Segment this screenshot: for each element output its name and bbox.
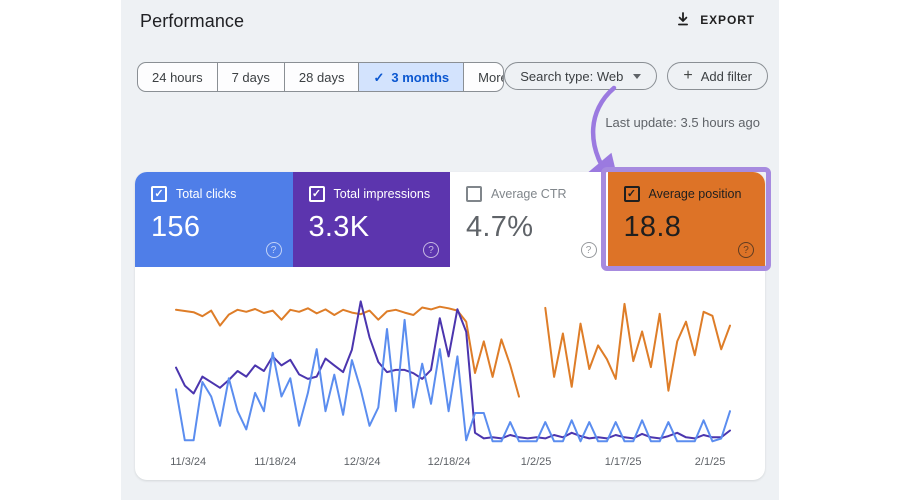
right-filters: Search type: Web + Add filter	[504, 62, 768, 90]
page-title: Performance	[140, 11, 245, 31]
metric-value: 18.8	[623, 211, 682, 243]
range-more-dropdown[interactable]: More	[464, 63, 503, 91]
plus-icon: +	[683, 67, 693, 84]
x-axis-tick: 1/2/25	[521, 456, 552, 468]
date-range-group: 24 hours 7 days 28 days ✓ 3 months More	[137, 62, 505, 92]
help-icon[interactable]: ?	[580, 242, 597, 258]
metric-card-average-position[interactable]: ✓ Average position 18.8 ?	[607, 172, 765, 267]
series-total-impressions	[175, 300, 731, 440]
range-24-hours[interactable]: 24 hours	[138, 63, 218, 91]
checkbox-unchecked-icon[interactable]	[466, 186, 482, 202]
add-filter-button[interactable]: + Add filter	[667, 62, 768, 90]
checkbox-checked-icon[interactable]: ✓	[308, 186, 325, 202]
x-axis-tick: 12/3/24	[344, 456, 381, 468]
filter-bar: 24 hours 7 days 28 days ✓ 3 months More …	[137, 62, 768, 92]
performance-report-card: ✓ Total clicks 156 ? ✓ Total impressions…	[135, 167, 771, 480]
header-bar: Performance EXPORT	[121, 0, 779, 46]
x-axis-tick: 12/18/24	[428, 456, 471, 468]
metric-label: Total clicks	[176, 187, 237, 201]
metric-value: 3.3K	[308, 211, 370, 243]
range-28-days[interactable]: 28 days	[285, 63, 360, 91]
export-label: EXPORT	[700, 12, 755, 27]
checkbox-checked-icon[interactable]: ✓	[151, 186, 167, 202]
x-axis-tick: 11/3/24	[170, 456, 206, 468]
metric-value: 156	[151, 211, 201, 243]
search-console-performance-panel: Performance EXPORT 24 hours 7 days 28 da…	[121, 0, 779, 500]
metric-label: Average position	[648, 187, 742, 201]
export-button[interactable]: EXPORT	[675, 12, 755, 27]
help-icon[interactable]: ?	[423, 242, 439, 258]
check-icon: ✓	[373, 69, 385, 85]
x-axis-tick: 2/1/25	[695, 456, 726, 468]
metric-label: Average CTR	[491, 187, 567, 201]
chevron-down-icon	[633, 73, 642, 79]
performance-line-chart: 11/3/24 11/18/24 12/3/24 12/18/24 1/2/25 1/17…	[135, 284, 765, 480]
metric-card-average-ctr[interactable]: Average CTR 4.7% ?	[450, 172, 608, 267]
metrics-row: ✓ Total clicks 156 ? ✓ Total impressions…	[135, 167, 771, 271]
metric-card-total-impressions[interactable]: ✓ Total impressions 3.3K ?	[292, 172, 450, 267]
x-axis-tick: 11/18/24	[254, 456, 296, 468]
x-axis-tick: 1/17/25	[605, 456, 642, 468]
last-update-note: Last update: 3.5 hours ago	[605, 115, 760, 130]
checkbox-checked-icon[interactable]: ✓	[623, 186, 640, 202]
help-icon[interactable]: ?	[738, 242, 754, 258]
search-type-filter[interactable]: Search type: Web	[504, 62, 658, 90]
range-7-days[interactable]: 7 days	[218, 63, 285, 91]
download-icon	[675, 12, 691, 27]
metric-label: Total impressions	[333, 187, 431, 201]
help-icon[interactable]: ?	[265, 242, 282, 258]
range-3-months[interactable]: ✓ 3 months	[359, 63, 465, 91]
metric-value: 4.7%	[466, 211, 534, 243]
metric-card-total-clicks[interactable]: ✓ Total clicks 156 ?	[135, 172, 293, 267]
